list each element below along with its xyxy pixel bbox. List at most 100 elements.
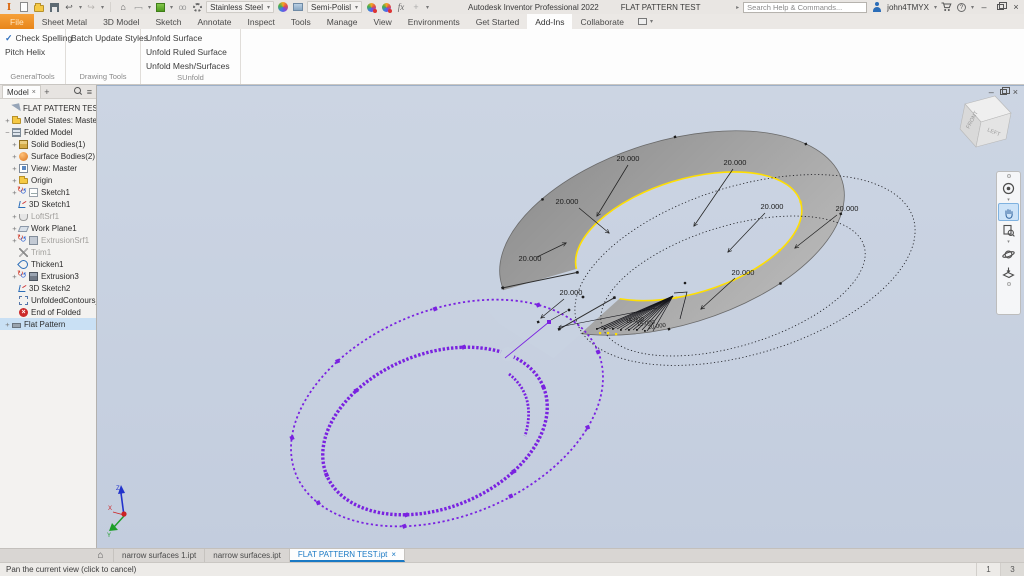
redo-icon[interactable]: ↪ [85, 1, 97, 13]
search-expand-icon[interactable]: ▸ [736, 4, 739, 11]
ribbon-display-toggle[interactable]: ▾ [632, 14, 659, 29]
tab-file[interactable]: File [0, 14, 34, 29]
tree-item-work-plane1[interactable]: +Work Plane1 [0, 222, 96, 234]
home-icon[interactable]: ⌂ [117, 1, 129, 13]
unfold-ruled-surface-button[interactable]: Unfold Ruled Surface [141, 45, 240, 59]
new-file-icon[interactable] [18, 1, 30, 13]
pan-tool-icon[interactable] [998, 203, 1019, 221]
zoom-tool-icon[interactable] [998, 221, 1019, 239]
store-cart-icon[interactable] [941, 1, 953, 13]
tree-item-view-master[interactable]: +View: Master [0, 162, 96, 174]
navigation-wheel-icon[interactable] [998, 179, 1019, 197]
batch-update-styles-button[interactable]: Batch Update Styles [66, 31, 140, 45]
clear-color-icon[interactable] [380, 1, 392, 13]
graphics-viewport[interactable]: 20.000 20.000 20.000 20.000 20.000 20.00… [97, 85, 1024, 548]
open-file-icon[interactable] [33, 1, 45, 13]
home-tab-icon[interactable]: ⌂ [88, 549, 114, 562]
look-at-tool-icon[interactable] [998, 263, 1019, 281]
tree-item-3d-sketch1[interactable]: 3D Sketch1 [0, 198, 96, 210]
tab-sheet-metal[interactable]: Sheet Metal [34, 14, 95, 29]
tree-item-model-states[interactable]: +Model States: Master [0, 114, 96, 126]
tab-sketch[interactable]: Sketch [147, 14, 189, 29]
tab-tools[interactable]: Tools [283, 14, 319, 29]
update-icon[interactable] [154, 1, 166, 13]
tab-3d-model[interactable]: 3D Model [95, 14, 147, 29]
doc-close-button[interactable]: × [1013, 87, 1018, 97]
user-avatar-icon[interactable] [871, 1, 883, 13]
tree-item-unfoldedcontours[interactable]: UnfoldedContours_0 [0, 294, 96, 306]
restore-button[interactable] [994, 4, 1006, 10]
tree-item-thicken1[interactable]: Thicken1 [0, 258, 96, 270]
redo-dropdown-icon[interactable]: ▾ [101, 4, 104, 11]
doc-tab-close-icon[interactable]: × [391, 550, 396, 559]
tab-get-started[interactable]: Get Started [468, 14, 527, 29]
check-spelling-button[interactable]: Check Spelling [0, 31, 65, 45]
user-dropdown-icon[interactable]: ▾ [934, 4, 937, 11]
material-combo[interactable]: Stainless Steel▾ [206, 1, 274, 13]
tab-view[interactable]: View [365, 14, 399, 29]
tree-item-root[interactable]: FLAT PATTERN TEST [0, 102, 96, 114]
tree-item-folded-model[interactable]: −Folded Model [0, 126, 96, 138]
doc-tab-narrow-surfaces-1[interactable]: narrow surfaces 1.ipt [114, 549, 205, 562]
add-command-icon[interactable]: + [410, 1, 422, 13]
view-cube[interactable]: FRONT LEFT [960, 96, 1011, 147]
tab-inspect[interactable]: Inspect [240, 14, 283, 29]
tree-item-loftsrf1[interactable]: +LoftSrf1 [0, 210, 96, 222]
tab-annotate[interactable]: Annotate [189, 14, 239, 29]
pitch-helix-button[interactable]: Pitch Helix [0, 45, 65, 59]
browser-tab-model[interactable]: Model× [2, 85, 41, 98]
minimize-button[interactable]: – [978, 2, 990, 12]
orbit-tool-icon[interactable] [998, 245, 1019, 263]
return-icon[interactable]: ⌐¬ [132, 1, 144, 13]
help-icon[interactable]: ? [957, 3, 966, 12]
tree-item-solid-bodies[interactable]: +Solid Bodies(1) [0, 138, 96, 150]
tree-item-flat-pattern[interactable]: +Flat Pattern [0, 318, 96, 330]
browser-add-tab-icon[interactable]: + [41, 87, 53, 97]
tab-add-ins[interactable]: Add-Ins [527, 14, 572, 29]
save-icon[interactable] [48, 1, 60, 13]
browser-search-icon[interactable] [74, 87, 83, 96]
tab-collaborate[interactable]: Collaborate [572, 14, 631, 29]
doc-restore-button[interactable] [1000, 87, 1007, 97]
tab-environments[interactable]: Environments [400, 14, 468, 29]
tree-item-3d-sketch2[interactable]: 3D Sketch2 [0, 282, 96, 294]
doc-tab-narrow-surfaces[interactable]: narrow surfaces.ipt [205, 549, 290, 562]
tree-item-end-of-folded[interactable]: End of Folded [0, 306, 96, 318]
group-label[interactable]: Drawing Tools [66, 72, 140, 84]
customize-qat-icon[interactable]: ▾ [426, 4, 429, 11]
undo-dropdown-icon[interactable]: ▾ [79, 4, 82, 11]
browser-menu-icon[interactable]: ≡ [87, 87, 92, 97]
navbar-handle[interactable] [1007, 174, 1011, 178]
help-dropdown-icon[interactable]: ▾ [971, 4, 974, 11]
browser-tab-close-icon[interactable]: × [32, 89, 36, 96]
tree-item-origin[interactable]: +Origin [0, 174, 96, 186]
group-drawing-tools: Batch Update Styles Drawing Tools [66, 29, 141, 84]
tree-item-extrusionsrf1[interactable]: +ExtrusionSrf1 [0, 234, 96, 246]
tab-manage[interactable]: Manage [319, 14, 366, 29]
ring-surface-body[interactable] [449, 93, 869, 381]
close-button[interactable]: × [1010, 2, 1022, 12]
unfold-mesh-surfaces-button[interactable]: Unfold Mesh/Surfaces [141, 59, 240, 73]
parameters-fx-icon[interactable]: fx [395, 1, 407, 13]
tree-item-trim1[interactable]: Trim1 [0, 246, 96, 258]
appearance-combo[interactable]: Semi-Polisl▾ [307, 1, 362, 13]
search-input[interactable] [743, 2, 867, 13]
measure-icon[interactable] [191, 1, 203, 13]
joint-icon[interactable]: oo [176, 1, 188, 13]
navbar-expand[interactable] [1007, 282, 1011, 286]
group-label[interactable]: SUnfold [141, 73, 240, 84]
inventor-logo-icon[interactable]: I [3, 1, 15, 13]
username[interactable]: john4TMYX [887, 3, 929, 12]
tree-item-sketch1[interactable]: +Sketch1 [0, 186, 96, 198]
appearance-ball-icon[interactable] [277, 1, 289, 13]
doc-tab-flat-pattern-test[interactable]: FLAT PATTERN TEST.ipt× [290, 549, 405, 562]
return-dropdown-icon[interactable]: ▾ [148, 4, 151, 11]
tree-item-surface-bodies[interactable]: +Surface Bodies(2) [0, 150, 96, 162]
group-label[interactable]: GeneralTools [0, 72, 65, 84]
undo-icon[interactable]: ↩ [63, 1, 75, 13]
tree-item-extrusion3[interactable]: +Extrusion3 [0, 270, 96, 282]
doc-minimize-button[interactable]: – [989, 87, 994, 97]
update-dropdown-icon[interactable]: ▾ [170, 4, 173, 11]
unfold-surface-button[interactable]: Unfold Surface [141, 31, 240, 45]
adjust-color-icon[interactable] [365, 1, 377, 13]
